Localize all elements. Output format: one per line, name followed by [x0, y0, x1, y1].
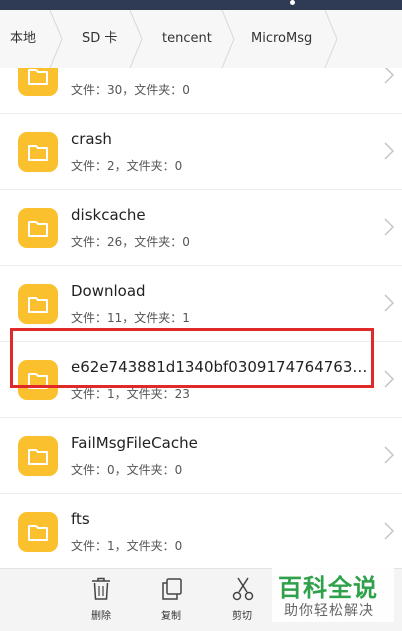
folder-row[interactable]: fts 文件：1，文件夹：0	[0, 494, 402, 568]
folder-row[interactable]: Download 文件：11，文件夹：1	[0, 266, 402, 342]
folder-row[interactable]: diskcache 文件：26，文件夹：0	[0, 190, 402, 266]
folder-row[interactable]: 文件：30，文件夹：0	[0, 68, 402, 114]
watermark: 百科全说 助你轻松解决	[272, 566, 394, 622]
folder-row[interactable]: crash 文件：2，文件夹：0	[0, 114, 402, 190]
folder-info: 文件：26，文件夹：0	[71, 235, 190, 249]
folder-icon	[18, 512, 58, 552]
folder-list: 文件：30，文件夹：0 crash 文件：2，文件夹：0 diskcache 文…	[0, 68, 402, 568]
scissors-icon	[232, 577, 254, 601]
breadcrumb-sd-card[interactable]: SD 卡	[82, 10, 117, 68]
cut-label: 剪切	[232, 611, 252, 622]
breadcrumb-local[interactable]: 本地	[10, 10, 36, 68]
breadcrumb-micromsg[interactable]: MicroMsg	[251, 10, 312, 68]
notification-dot	[290, 0, 295, 5]
folder-info: 文件：30，文件夹：0	[71, 83, 190, 97]
breadcrumb-separator-icon	[324, 10, 338, 68]
folder-name: e62e743881d1340bf0309174764763…	[71, 358, 368, 376]
folder-row[interactable]: e62e743881d1340bf0309174764763… 文件：1，文件夹…	[0, 342, 402, 418]
delete-button[interactable]: 删除	[81, 569, 121, 631]
watermark-brand: 百科全说	[278, 574, 378, 602]
folder-icon	[18, 360, 58, 400]
folder-name: Download	[71, 282, 146, 300]
folder-icon	[18, 284, 58, 324]
copy-icon	[162, 578, 182, 600]
folder-icon	[18, 68, 58, 96]
breadcrumb-separator-icon	[129, 10, 143, 68]
folder-icon	[18, 436, 58, 476]
trash-icon	[92, 577, 110, 600]
breadcrumb-separator-icon	[49, 10, 63, 68]
breadcrumb-tencent[interactable]: tencent	[162, 10, 212, 68]
folder-info: 文件：11，文件夹：1	[71, 311, 190, 325]
chevron-right-icon	[384, 142, 394, 160]
folder-name: fts	[71, 510, 90, 528]
breadcrumb: 本地 SD 卡 tencent MicroMsg	[0, 10, 402, 69]
watermark-slogan: 助你轻松解决	[284, 603, 374, 619]
copy-button[interactable]: 复制	[151, 569, 191, 631]
folder-info: 文件：1，文件夹：0	[71, 539, 183, 553]
chevron-right-icon	[384, 68, 394, 84]
cut-button[interactable]: 剪切	[222, 569, 262, 631]
status-bar	[0, 0, 402, 10]
folder-row[interactable]: FailMsgFileCache 文件：0，文件夹：0	[0, 418, 402, 494]
folder-info: 文件：0，文件夹：0	[71, 463, 183, 477]
folder-info: 文件：1，文件夹：23	[71, 387, 190, 401]
folder-name: crash	[71, 130, 112, 148]
chevron-right-icon	[384, 218, 394, 236]
folder-name: FailMsgFileCache	[71, 434, 198, 452]
breadcrumb-separator-icon	[221, 10, 235, 68]
chevron-right-icon	[384, 446, 394, 464]
chevron-right-icon	[384, 522, 394, 540]
folder-icon	[18, 132, 58, 172]
chevron-right-icon	[384, 294, 394, 312]
folder-name: diskcache	[71, 206, 146, 224]
chevron-right-icon	[384, 370, 394, 388]
folder-icon	[18, 208, 58, 248]
copy-label: 复制	[161, 611, 181, 622]
folder-info: 文件：2，文件夹：0	[71, 159, 183, 173]
delete-label: 删除	[91, 611, 111, 622]
